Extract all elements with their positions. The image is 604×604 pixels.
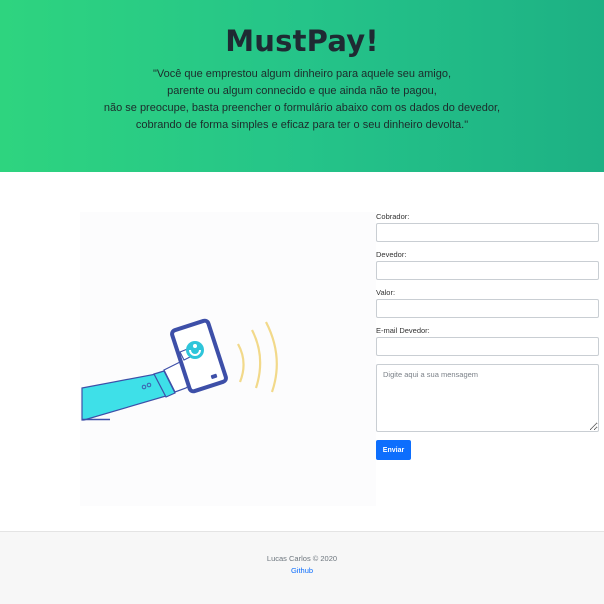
cobrador-label: Cobrador: <box>376 212 410 221</box>
devedor-input[interactable] <box>376 261 599 280</box>
hero-quote: "Você que emprestou algum dinheiro para … <box>0 66 604 134</box>
hand-holding-phone-payment-icon <box>81 318 278 421</box>
cobrador-input[interactable] <box>376 223 599 242</box>
message-textarea[interactable] <box>376 364 599 432</box>
valor-label: Valor: <box>376 288 396 297</box>
hero-quote-line: "Você que emprestou algum dinheiro para … <box>152 68 452 80</box>
hero-banner: MustPay! "Você que emprestou algum dinhe… <box>0 0 604 172</box>
footer-copyright: Lucas Carlos © 2020 <box>266 554 338 563</box>
debt-form: Cobrador: Devedor: Valor: E-mail Devedor… <box>376 212 600 460</box>
hero-quote-line: parente ou algum connecido e que ainda n… <box>167 85 437 97</box>
page-title: MustPay! <box>225 24 379 58</box>
footer: Lucas Carlos © 2020 Github <box>0 531 604 604</box>
email-devedor-input[interactable] <box>376 337 599 356</box>
payment-illustration <box>80 212 376 506</box>
email-devedor-label: E-mail Devedor: <box>376 326 430 335</box>
devedor-label: Devedor: <box>376 250 407 259</box>
valor-input[interactable] <box>376 299 599 318</box>
hero-quote-line: cobrando de forma simples e eficaz para … <box>135 119 469 131</box>
submit-button[interactable]: Enviar <box>376 440 411 460</box>
github-link[interactable]: Github <box>0 566 604 575</box>
hero-quote-line: não se preocupe, basta preencher o formu… <box>103 102 501 114</box>
